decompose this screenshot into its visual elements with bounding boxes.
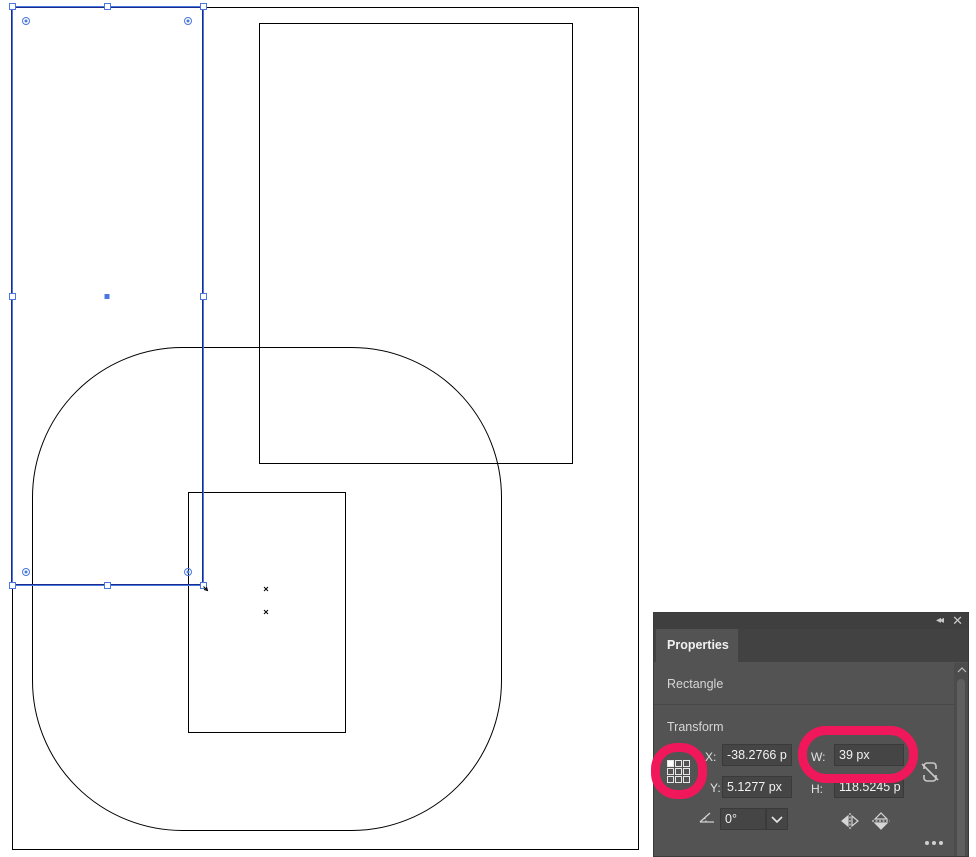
constrain-proportions-icon[interactable] <box>920 760 940 784</box>
tab-properties[interactable]: Properties <box>656 629 738 662</box>
scroll-up-icon[interactable] <box>957 664 967 676</box>
x-position-field[interactable]: -38.2766 p <box>722 744 792 766</box>
more-options-icon[interactable] <box>924 839 944 847</box>
handle-top-right[interactable] <box>200 3 207 10</box>
width-field-highlight <box>798 726 918 783</box>
section-divider <box>654 704 954 705</box>
artboard <box>12 7 639 850</box>
panel-scrollbar-thumb[interactable] <box>957 679 965 856</box>
center-point-icon <box>104 294 110 299</box>
handle-bottom-left[interactable] <box>9 582 16 589</box>
flip-horizontal-icon[interactable] <box>840 813 860 829</box>
object-type-label: Rectangle <box>667 677 724 691</box>
handle-middle-right[interactable] <box>200 293 207 300</box>
transform-section-label: Transform <box>667 720 724 734</box>
rotation-field[interactable]: 0° <box>720 808 766 830</box>
close-panel-icon[interactable]: ✕ <box>952 613 963 629</box>
y-position-field[interactable]: 5.1277 px <box>722 776 792 798</box>
h-label: H: <box>811 782 823 796</box>
handle-top-middle[interactable] <box>104 3 111 10</box>
flip-vertical-icon[interactable] <box>872 811 890 831</box>
rotate-angle-icon <box>699 812 714 823</box>
collapse-panel-icon[interactable]: ◂◂ <box>936 614 944 628</box>
y-label: Y: <box>710 781 721 795</box>
panel-tab-row: Properties <box>654 629 968 662</box>
handle-middle-left[interactable] <box>9 293 16 300</box>
chevron-down-icon <box>771 816 783 824</box>
handle-top-left[interactable] <box>9 3 16 10</box>
handle-bottom-middle[interactable] <box>104 582 111 589</box>
reference-point-highlight <box>651 743 707 799</box>
panel-titlebar: ◂◂ ✕ <box>654 613 968 629</box>
rotation-dropdown[interactable] <box>766 808 788 830</box>
handle-bottom-right[interactable] <box>200 582 207 589</box>
x-label: X: <box>705 750 717 764</box>
